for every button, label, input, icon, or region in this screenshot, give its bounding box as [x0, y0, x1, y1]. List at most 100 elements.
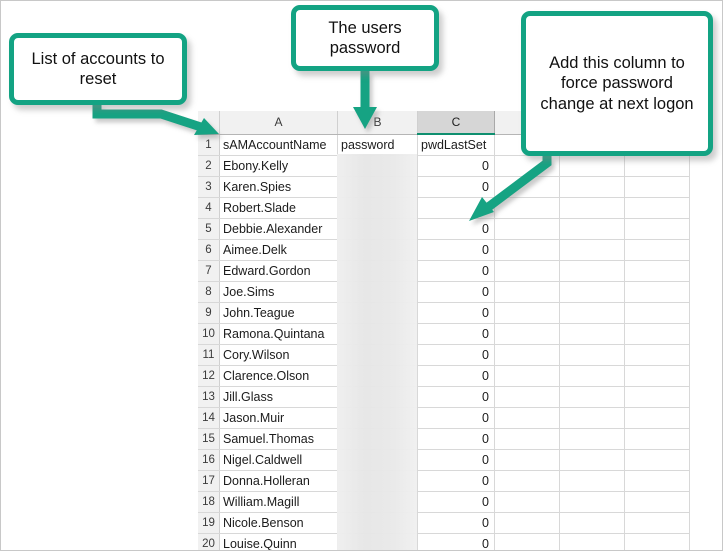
cell-empty[interactable] — [559, 239, 625, 261]
row-header-7[interactable]: 7 — [198, 260, 220, 282]
cell-B10[interactable] — [337, 323, 418, 345]
cell-empty[interactable] — [559, 281, 625, 303]
cell-empty[interactable] — [494, 449, 560, 471]
cell-A13[interactable]: Jill.Glass — [219, 386, 338, 408]
cell-empty[interactable] — [559, 470, 625, 492]
row-header-6[interactable]: 6 — [198, 239, 220, 261]
cell-C11[interactable]: 0 — [417, 344, 495, 366]
cell-A6[interactable]: Aimee.Delk — [219, 239, 338, 261]
cell-empty[interactable] — [624, 155, 690, 177]
cell-empty[interactable] — [624, 239, 690, 261]
cell-B2[interactable] — [337, 155, 418, 177]
cell-empty[interactable] — [559, 449, 625, 471]
cell-empty[interactable] — [559, 491, 625, 513]
cell-A18[interactable]: William.Magill — [219, 491, 338, 513]
cell-empty[interactable] — [624, 449, 690, 471]
row-header-8[interactable]: 8 — [198, 281, 220, 303]
row-header-9[interactable]: 9 — [198, 302, 220, 324]
row-header-18[interactable]: 18 — [198, 491, 220, 513]
cell-empty[interactable] — [494, 533, 560, 550]
row-header-2[interactable]: 2 — [198, 155, 220, 177]
cell-B12[interactable] — [337, 365, 418, 387]
cell-A9[interactable]: John.Teague — [219, 302, 338, 324]
row-header-4[interactable]: 4 — [198, 197, 220, 219]
cell-empty[interactable] — [624, 512, 690, 534]
cell-B19[interactable] — [337, 512, 418, 534]
table-row[interactable]: 13 Jill.Glass 0 — [198, 386, 690, 408]
cell-C5[interactable]: 0 — [417, 218, 495, 240]
row-header-15[interactable]: 15 — [198, 428, 220, 450]
cell-empty[interactable] — [494, 239, 560, 261]
cell-empty[interactable] — [559, 365, 625, 387]
cell-empty[interactable] — [559, 386, 625, 408]
cell-empty[interactable] — [559, 428, 625, 450]
cell-empty[interactable] — [624, 428, 690, 450]
cell-C15[interactable]: 0 — [417, 428, 495, 450]
row-header-13[interactable]: 13 — [198, 386, 220, 408]
cell-C9[interactable]: 0 — [417, 302, 495, 324]
cell-empty[interactable] — [494, 218, 560, 240]
cell-empty[interactable] — [494, 491, 560, 513]
cell-empty[interactable] — [624, 533, 690, 550]
table-row[interactable]: 9 John.Teague 0 — [198, 302, 690, 324]
row-header-16[interactable]: 16 — [198, 449, 220, 471]
cell-empty[interactable] — [624, 407, 690, 429]
cell-empty[interactable] — [494, 407, 560, 429]
cell-A5[interactable]: Debbie.Alexander — [219, 218, 338, 240]
column-header-b[interactable]: B — [337, 111, 418, 135]
cell-empty[interactable] — [559, 260, 625, 282]
cell-empty[interactable] — [559, 302, 625, 324]
cell-A12[interactable]: Clarence.Olson — [219, 365, 338, 387]
cell-C16[interactable]: 0 — [417, 449, 495, 471]
cell-B5[interactable] — [337, 218, 418, 240]
cell-A7[interactable]: Edward.Gordon — [219, 260, 338, 282]
cell-empty[interactable] — [624, 302, 690, 324]
cell-empty[interactable] — [559, 197, 625, 219]
cell-empty[interactable] — [559, 176, 625, 198]
row-header-14[interactable]: 14 — [198, 407, 220, 429]
row-header-19[interactable]: 19 — [198, 512, 220, 534]
column-header-a[interactable]: A — [219, 111, 338, 135]
cell-C2[interactable]: 0 — [417, 155, 495, 177]
table-row[interactable]: 17 Donna.Holleran 0 — [198, 470, 690, 492]
cell-empty[interactable] — [494, 470, 560, 492]
cell-empty[interactable] — [494, 428, 560, 450]
cell-A2[interactable]: Ebony.Kelly — [219, 155, 338, 177]
cell-A16[interactable]: Nigel.Caldwell — [219, 449, 338, 471]
table-row[interactable]: 3 Karen.Spies 0 — [198, 176, 690, 198]
cell-empty[interactable] — [624, 470, 690, 492]
cell-empty[interactable] — [494, 260, 560, 282]
cell-empty[interactable] — [559, 155, 625, 177]
cell-empty[interactable] — [624, 218, 690, 240]
cell-C1[interactable]: pwdLastSet — [417, 134, 495, 156]
row-header-5[interactable]: 5 — [198, 218, 220, 240]
row-header-1[interactable]: 1 — [198, 134, 220, 156]
cell-empty[interactable] — [624, 260, 690, 282]
cell-empty[interactable] — [559, 218, 625, 240]
cell-empty[interactable] — [559, 344, 625, 366]
table-row[interactable]: 8 Joe.Sims 0 — [198, 281, 690, 303]
cell-B11[interactable] — [337, 344, 418, 366]
row-header-3[interactable]: 3 — [198, 176, 220, 198]
cell-C4[interactable]: 0 — [417, 197, 495, 219]
cell-A17[interactable]: Donna.Holleran — [219, 470, 338, 492]
table-row[interactable]: 12 Clarence.Olson 0 — [198, 365, 690, 387]
cell-empty[interactable] — [494, 281, 560, 303]
cell-C10[interactable]: 0 — [417, 323, 495, 345]
cell-C18[interactable]: 0 — [417, 491, 495, 513]
table-row[interactable]: 7 Edward.Gordon 0 — [198, 260, 690, 282]
spreadsheet-body[interactable]: 1 sAMAccountName password pwdLastSet 2 Ebony.… — [198, 134, 690, 550]
cell-empty[interactable] — [559, 407, 625, 429]
cell-C17[interactable]: 0 — [417, 470, 495, 492]
cell-empty[interactable] — [559, 533, 625, 550]
cell-empty[interactable] — [494, 155, 560, 177]
cell-empty[interactable] — [494, 365, 560, 387]
cell-C19[interactable]: 0 — [417, 512, 495, 534]
cell-B4[interactable] — [337, 197, 418, 219]
table-row[interactable]: 16 Nigel.Caldwell 0 — [198, 449, 690, 471]
table-row[interactable]: 14 Jason.Muir 0 — [198, 407, 690, 429]
table-row[interactable]: 4 Robert.Slade 0 — [198, 197, 690, 219]
cell-C3[interactable]: 0 — [417, 176, 495, 198]
row-header-10[interactable]: 10 — [198, 323, 220, 345]
cell-A14[interactable]: Jason.Muir — [219, 407, 338, 429]
